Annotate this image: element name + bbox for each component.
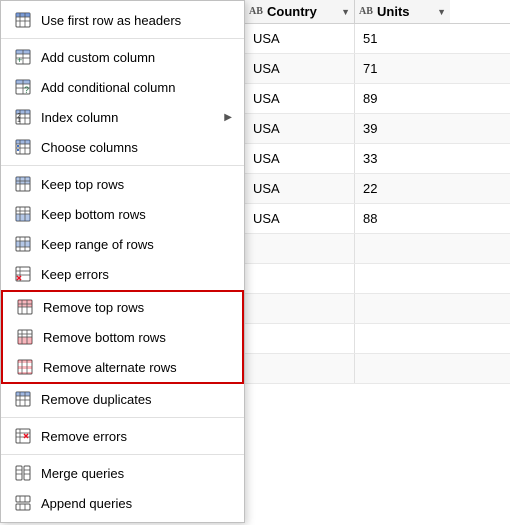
cell-units: 71 [355, 54, 450, 83]
menu-item-label-remove-top-rows: Remove top rows [43, 300, 230, 315]
cell-country: USA [245, 54, 355, 83]
cell-units: 39 [355, 114, 450, 143]
menu-item-keep-top-rows[interactable]: Keep top rows [1, 169, 244, 199]
menu-item-choose-columns[interactable]: Choose columns [1, 132, 244, 162]
menu-item-add-custom-column[interactable]: + Add custom column [1, 42, 244, 72]
context-menu: Use first row as headers + Add custom co… [0, 0, 245, 523]
cell-country [245, 354, 355, 383]
cell-units [355, 264, 450, 293]
svg-text:ABC: ABC [249, 6, 263, 17]
menu-item-label-add-conditional-column: Add conditional column [41, 80, 232, 95]
menu-item-label-keep-errors: Keep errors [41, 267, 232, 282]
menu-item-label-use-first-row: Use first row as headers [41, 13, 232, 28]
country-header-label: Country [267, 4, 341, 19]
index-column-icon: 1 2 [13, 107, 33, 127]
svg-text:+: + [17, 55, 22, 65]
remove-alternate-icon [15, 357, 35, 377]
menu-item-add-conditional-column[interactable]: ? Add conditional column [1, 72, 244, 102]
cell-units: 88 [355, 204, 450, 233]
cell-units: 89 [355, 84, 450, 113]
table-header-icon [13, 10, 33, 30]
keep-range-icon [13, 234, 33, 254]
menu-item-label-remove-duplicates: Remove duplicates [41, 392, 232, 407]
menu-item-remove-top-rows[interactable]: Remove top rows [1, 290, 244, 322]
cell-country: USA [245, 84, 355, 113]
keep-top-icon [13, 174, 33, 194]
cell-units [355, 294, 450, 323]
svg-text:ABC: ABC [359, 6, 373, 17]
cell-units: 22 [355, 174, 450, 203]
menu-item-use-first-row[interactable]: Use first row as headers [1, 5, 244, 35]
menu-item-keep-bottom-rows[interactable]: Keep bottom rows [1, 199, 244, 229]
menu-item-label-index-column: Index column [41, 110, 224, 125]
cell-country: USA [245, 24, 355, 53]
cell-country: USA [245, 174, 355, 203]
cell-country [245, 294, 355, 323]
menu-item-label-merge-queries: Merge queries [41, 466, 232, 481]
menu-item-remove-errors[interactable]: Remove errors [1, 421, 244, 451]
append-icon [13, 493, 33, 513]
menu-item-append-queries[interactable]: Append queries [1, 488, 244, 518]
menu-item-index-column[interactable]: 1 2 Index column▶ [1, 102, 244, 132]
menu-item-keep-range-rows[interactable]: Keep range of rows [1, 229, 244, 259]
menu-item-label-remove-alternate-rows: Remove alternate rows [43, 360, 230, 375]
country-filter-icon[interactable]: ▼ [341, 7, 350, 17]
remove-top-icon [15, 297, 35, 317]
menu-item-keep-errors[interactable]: Keep errors [1, 259, 244, 289]
menu-item-label-choose-columns: Choose columns [41, 140, 232, 155]
units-filter-icon[interactable]: ▼ [437, 7, 446, 17]
cell-units: 33 [355, 144, 450, 173]
units-column-header[interactable]: ABC Units ▼ [355, 0, 450, 23]
menu-item-remove-alternate-rows[interactable]: Remove alternate rows [1, 352, 244, 384]
menu-divider [1, 417, 244, 418]
svg-text:?: ? [24, 85, 29, 95]
menu-item-label-keep-range-rows: Keep range of rows [41, 237, 232, 252]
cell-country: USA [245, 114, 355, 143]
cell-units: 51 [355, 24, 450, 53]
menu-divider [1, 38, 244, 39]
svg-text:2: 2 [17, 113, 21, 120]
menu-divider [1, 165, 244, 166]
choose-columns-icon [13, 137, 33, 157]
menu-divider [1, 454, 244, 455]
menu-item-label-add-custom-column: Add custom column [41, 50, 232, 65]
remove-bottom-icon [15, 327, 35, 347]
remove-errors-icon [13, 426, 33, 446]
merge-icon [13, 463, 33, 483]
submenu-arrow-icon: ▶ [224, 112, 232, 123]
cell-country: USA [245, 144, 355, 173]
units-type-icon: ABC [359, 3, 373, 20]
units-header-label: Units [377, 4, 437, 19]
menu-item-remove-duplicates[interactable]: Remove duplicates [1, 384, 244, 414]
menu-item-label-append-queries: Append queries [41, 496, 232, 511]
cell-units [355, 354, 450, 383]
cell-country: USA [245, 204, 355, 233]
conditional-column-icon: ? [13, 77, 33, 97]
country-column-header[interactable]: ABC Country ▼ [245, 0, 355, 23]
keep-bottom-icon [13, 204, 33, 224]
cell-country [245, 264, 355, 293]
keep-errors-icon [13, 264, 33, 284]
country-type-icon: ABC [249, 3, 263, 20]
menu-item-label-keep-bottom-rows: Keep bottom rows [41, 207, 232, 222]
cell-country [245, 324, 355, 353]
cell-country [245, 234, 355, 263]
menu-item-label-remove-errors: Remove errors [41, 429, 232, 444]
menu-item-label-keep-top-rows: Keep top rows [41, 177, 232, 192]
add-column-icon: + [13, 47, 33, 67]
menu-item-remove-bottom-rows[interactable]: Remove bottom rows [1, 322, 244, 352]
cell-units [355, 234, 450, 263]
menu-item-label-remove-bottom-rows: Remove bottom rows [43, 330, 230, 345]
menu-item-merge-queries[interactable]: Merge queries [1, 458, 244, 488]
remove-duplicates-icon [13, 389, 33, 409]
cell-units [355, 324, 450, 353]
